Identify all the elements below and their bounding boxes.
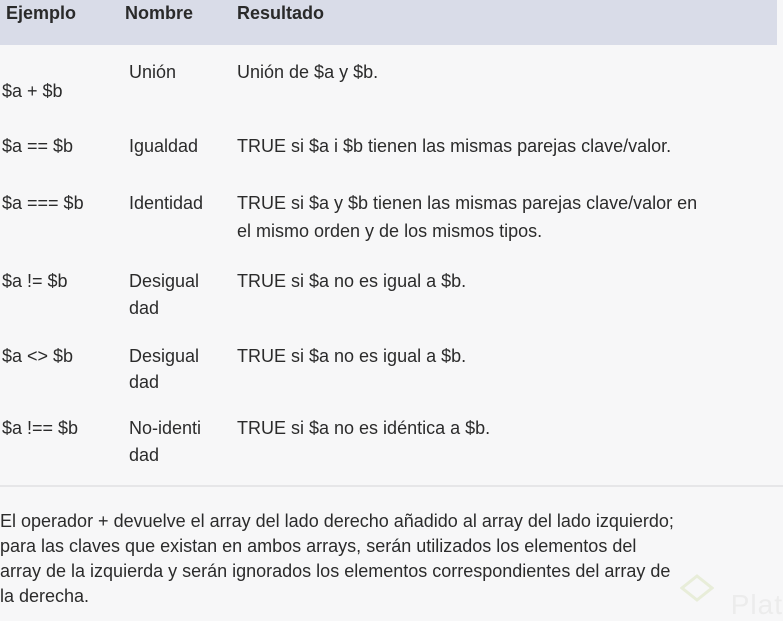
name-cell: Unión bbox=[129, 62, 177, 82]
column-header-result: Resultado bbox=[237, 3, 325, 23]
result-cell: TRUE si $a no es igual a $b. bbox=[237, 346, 467, 366]
result-cell: Unión de $a y $b. bbox=[237, 62, 379, 82]
result-cell-line-2: el mismo orden y de los mismos tipos. bbox=[237, 221, 543, 241]
result-cell-line-1: TRUE si $a y $b tienen las mismas pareja… bbox=[237, 193, 698, 213]
name-cell-line-1: No-identi bbox=[129, 418, 202, 438]
name-cell: Igualdad bbox=[129, 136, 199, 156]
paragraph-line-2: para las claves que existan en ambos arr… bbox=[0, 536, 637, 556]
example-cell: $a == $b bbox=[2, 136, 74, 156]
name-cell-line-2: dad bbox=[129, 445, 160, 465]
example-cell: $a <> $b bbox=[2, 346, 74, 366]
name-cell: Identidad bbox=[129, 193, 204, 213]
result-cell: TRUE si $a i $b tienen las mismas pareja… bbox=[237, 136, 672, 156]
name-cell-line-2: dad bbox=[129, 298, 160, 318]
platzi-logo-icon bbox=[680, 574, 714, 602]
paragraph-line-1: El operador + devuelve el array del lado… bbox=[0, 511, 674, 531]
name-cell-line-2: dad bbox=[129, 372, 160, 392]
section-divider bbox=[0, 485, 783, 487]
example-cell: $a + $b bbox=[2, 81, 63, 101]
column-header-name: Nombre bbox=[125, 3, 194, 23]
watermark-text: Plat bbox=[730, 589, 783, 620]
result-cell: TRUE si $a no es idéntica a $b. bbox=[237, 418, 491, 438]
explanation-paragraph: El operador + devuelve el array del lado… bbox=[0, 509, 783, 609]
example-cell: $a !== $b bbox=[2, 418, 79, 438]
result-cell: TRUE si $a no es igual a $b. bbox=[237, 271, 467, 291]
example-cell: $a === $b bbox=[2, 193, 84, 213]
paragraph-line-4: la derecha. bbox=[0, 586, 90, 606]
paragraph-line-3: array de la izquierda y serán ignorados … bbox=[0, 561, 671, 581]
column-header-example: Ejemplo bbox=[6, 3, 77, 23]
name-cell-line-1: Desigual bbox=[129, 271, 200, 291]
example-cell: $a != $b bbox=[2, 271, 68, 291]
table-header: Ejemplo Nombre Resultado bbox=[0, 0, 777, 45]
name-cell-line-1: Desigual bbox=[129, 346, 200, 366]
